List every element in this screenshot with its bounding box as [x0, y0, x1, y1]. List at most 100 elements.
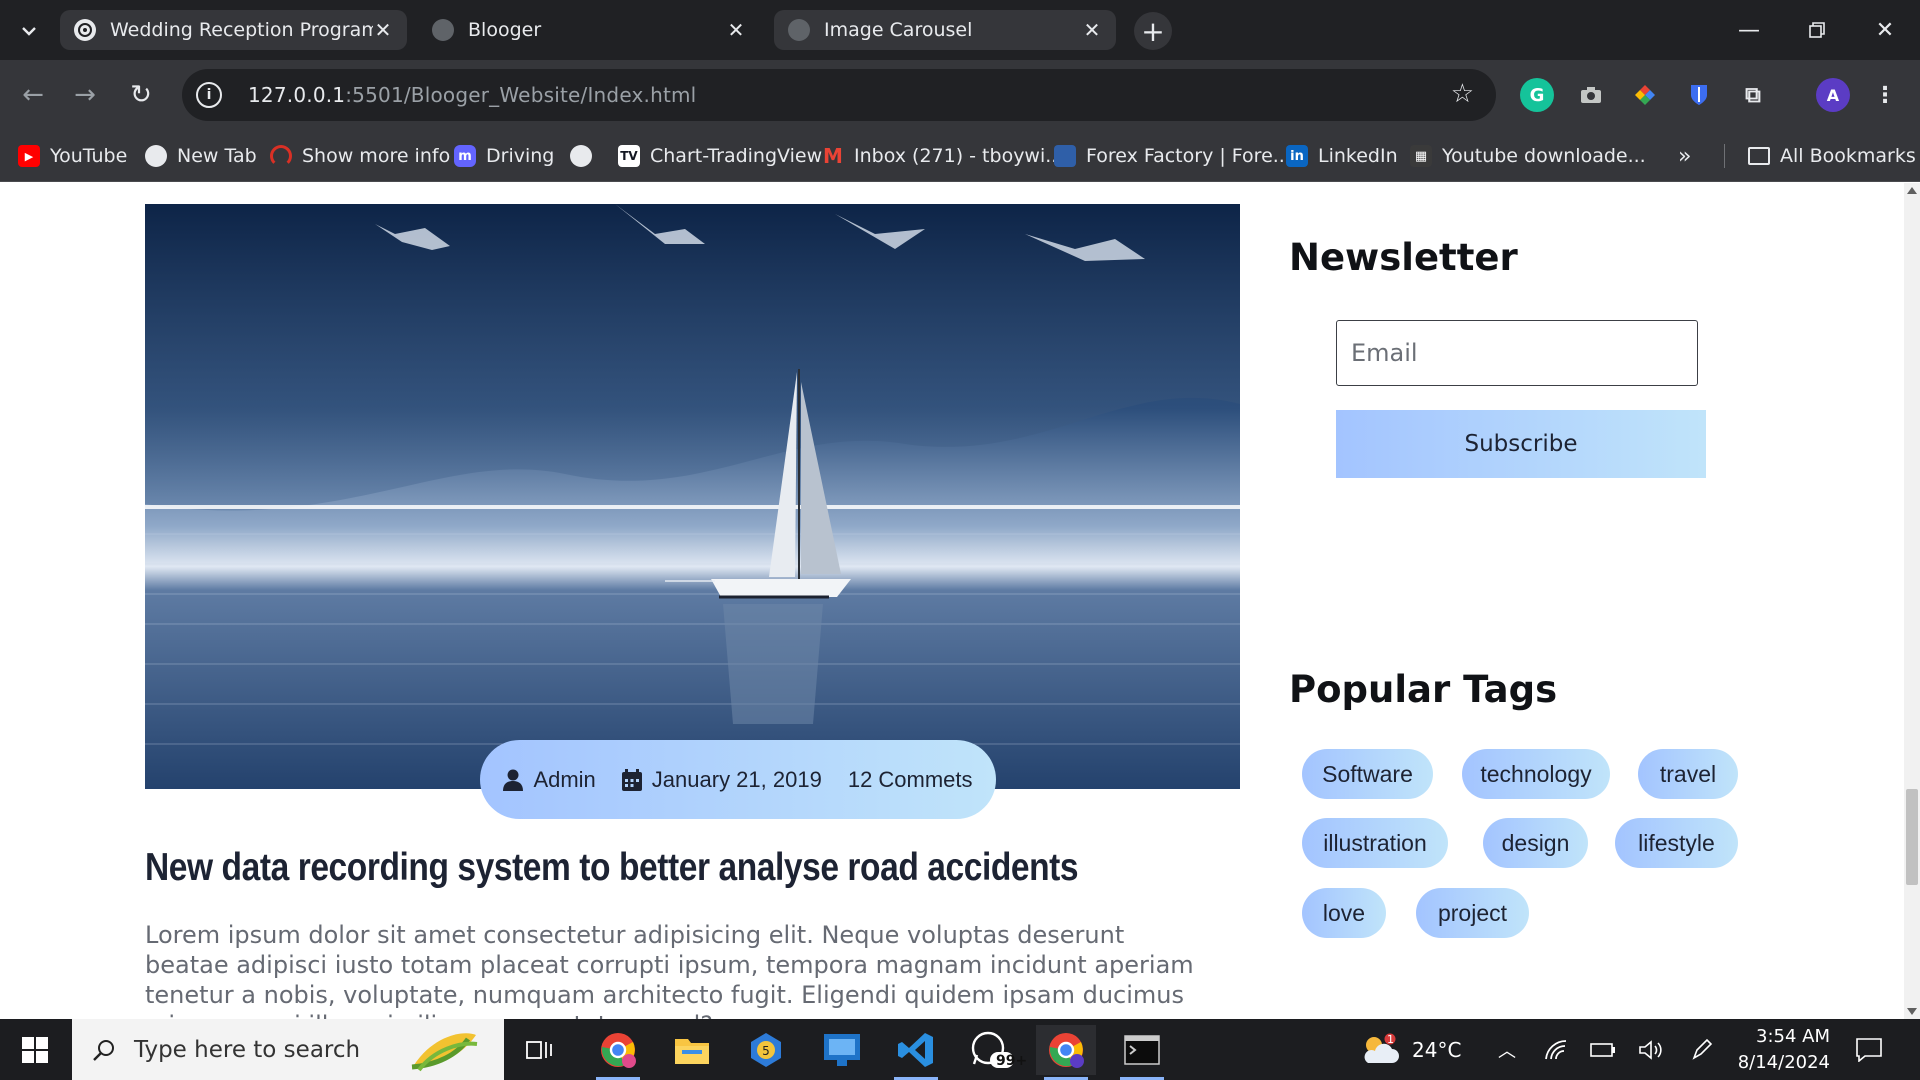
- bookmark-tradingview[interactable]: TV Chart-TradingView: [618, 140, 822, 172]
- gmail-icon: M: [823, 144, 843, 168]
- browser-menu-icon[interactable]: ⋮: [1868, 78, 1902, 112]
- date-text: 8/14/2024: [1737, 1051, 1830, 1073]
- tab-image-carousel[interactable]: Image Carousel ✕: [774, 10, 1116, 50]
- battery-icon[interactable]: [1590, 1019, 1616, 1080]
- tab-strip: Wedding Reception Program D ✕ Blooger ✕ …: [0, 0, 1920, 60]
- bookmark-label: Forex Factory | Fore...: [1086, 145, 1291, 167]
- tag-design[interactable]: design: [1483, 818, 1588, 868]
- start-button[interactable]: [0, 1019, 70, 1080]
- downloader-icon: ▦: [1410, 145, 1432, 167]
- globe-icon: [432, 19, 454, 41]
- email-input[interactable]: [1336, 320, 1698, 386]
- volume-icon[interactable]: [1638, 1019, 1664, 1080]
- globe-icon: [570, 145, 592, 167]
- chatgpt-icon: [74, 19, 96, 41]
- post-title[interactable]: New data recording system to better anal…: [145, 846, 1079, 890]
- chrome-profile-r-icon[interactable]: [588, 1025, 648, 1080]
- gauge-icon: [270, 145, 292, 167]
- bookmark-label: All Bookmarks: [1780, 145, 1916, 167]
- tag-project[interactable]: project: [1416, 888, 1529, 938]
- bookmark-linkedin[interactable]: in LinkedIn: [1286, 140, 1398, 172]
- bookmark-label: LinkedIn: [1318, 145, 1398, 167]
- post-meta-pill: Admin January 21, 2019 12 Commets: [480, 740, 996, 819]
- reload-icon[interactable]: ↻: [122, 76, 160, 114]
- bitwarden-icon[interactable]: [1682, 78, 1716, 112]
- bookmark-driving[interactable]: m Driving: [454, 140, 554, 172]
- address-bar[interactable]: i 127.0.0.1:5501/Blooger_Website/Index.h…: [182, 69, 1496, 121]
- camera-extension-icon[interactable]: [1574, 78, 1608, 112]
- tab-search-chevron-icon[interactable]: [12, 14, 46, 48]
- forex-factory-icon: [1054, 145, 1076, 167]
- site-info-icon[interactable]: i: [196, 82, 222, 108]
- bookmark-globe[interactable]: [570, 140, 602, 172]
- forward-arrow-icon[interactable]: →: [66, 76, 104, 114]
- post-date: January 21, 2019: [621, 767, 822, 793]
- task-view-icon[interactable]: [510, 1025, 570, 1075]
- notifications-icon[interactable]: [1856, 1019, 1882, 1080]
- globe-icon: [788, 19, 810, 41]
- post-hero-image: [145, 204, 1240, 789]
- restore-icon[interactable]: [1794, 10, 1840, 50]
- tag-travel[interactable]: travel: [1638, 749, 1738, 799]
- clock[interactable]: 3:54 AM 8/14/2024: [1738, 1019, 1830, 1080]
- corn-search-highlight-icon: [411, 1033, 478, 1072]
- metatrader-icon[interactable]: 5: [736, 1025, 796, 1075]
- profile-avatar[interactable]: A: [1816, 78, 1850, 112]
- page-viewport: Admin January 21, 2019 12 Commets New da…: [0, 183, 1904, 1019]
- bookmark-youtube[interactable]: ▶ YouTube: [18, 140, 127, 172]
- network-icon[interactable]: [1544, 1019, 1568, 1080]
- post-author: Admin: [503, 766, 596, 793]
- file-explorer-icon[interactable]: [662, 1025, 722, 1075]
- extensions-puzzle-icon[interactable]: ⧉: [1736, 78, 1770, 112]
- scroll-down-arrow-icon[interactable]: [1907, 1008, 1917, 1015]
- tag-software[interactable]: Software: [1302, 749, 1433, 799]
- pen-icon[interactable]: [1690, 1019, 1714, 1080]
- minimize-icon[interactable]: —: [1726, 10, 1772, 50]
- calendar-icon: [621, 768, 642, 791]
- close-tab-icon[interactable]: ✕: [726, 18, 746, 42]
- bookmark-label: Youtube downloade...: [1442, 145, 1646, 167]
- tag-technology[interactable]: technology: [1462, 749, 1610, 799]
- tray-overflow-chevron-icon[interactable]: ︿: [1498, 1019, 1516, 1080]
- tab-wedding-reception[interactable]: Wedding Reception Program D ✕: [60, 10, 407, 50]
- url-text[interactable]: 127.0.0.1:5501/Blooger_Website/Index.htm…: [248, 83, 696, 107]
- all-bookmarks-folder[interactable]: All Bookmarks: [1748, 140, 1916, 172]
- bookmark-label: Inbox (271) - tboywi...: [854, 145, 1064, 167]
- whatsapp-icon[interactable]: 99+: [962, 1025, 1027, 1075]
- bookmark-gmail[interactable]: M Inbox (271) - tboywi...: [822, 140, 1063, 172]
- taskbar-search-box[interactable]: Type here to search: [72, 1019, 504, 1080]
- comments-count[interactable]: 12 Commets: [848, 767, 973, 793]
- close-tab-icon[interactable]: ✕: [1082, 18, 1102, 42]
- back-arrow-icon[interactable]: ←: [14, 76, 52, 114]
- folder-icon: [1748, 147, 1770, 165]
- close-tab-icon[interactable]: ✕: [373, 18, 393, 42]
- remote-desktop-icon[interactable]: [812, 1025, 872, 1075]
- bookmark-youtube-downloader[interactable]: ▦ Youtube downloade...: [1410, 140, 1646, 172]
- bookmarks-overflow-chevron[interactable]: »: [1678, 140, 1691, 172]
- bookmark-forex-factory[interactable]: Forex Factory | Fore...: [1054, 140, 1291, 172]
- new-tab-button[interactable]: +: [1134, 12, 1172, 50]
- subscribe-button[interactable]: Subscribe: [1336, 410, 1706, 478]
- vscode-icon[interactable]: [886, 1025, 946, 1080]
- author-name: Admin: [533, 766, 596, 792]
- post-comments[interactable]: 12 Commets: [848, 767, 973, 793]
- bookmarks-bar: ▶ YouTube New Tab Show more info m Drivi…: [0, 130, 1920, 182]
- tag-love[interactable]: love: [1302, 888, 1386, 938]
- tag-lifestyle[interactable]: lifestyle: [1615, 818, 1738, 868]
- bookmark-show-more-info[interactable]: Show more info: [270, 140, 450, 172]
- grammarly-icon[interactable]: G: [1520, 78, 1554, 112]
- chrome-profile-a-icon[interactable]: [1036, 1025, 1096, 1080]
- newsletter-heading: Newsletter: [1289, 236, 1518, 279]
- weather-widget[interactable]: 1 24°C: [1360, 1019, 1461, 1080]
- tab-blooger[interactable]: Blooger ✕: [418, 10, 760, 50]
- color-picker-icon[interactable]: [1628, 78, 1662, 112]
- scroll-up-arrow-icon[interactable]: [1907, 187, 1917, 194]
- terminal-icon[interactable]: [1112, 1025, 1172, 1080]
- tab-label: Image Carousel: [824, 19, 973, 41]
- close-window-icon[interactable]: ✕: [1862, 10, 1908, 50]
- bookmark-star-icon[interactable]: ☆: [1451, 79, 1474, 109]
- bookmark-new-tab[interactable]: New Tab: [145, 140, 257, 172]
- tag-illustration[interactable]: illustration: [1302, 818, 1448, 868]
- page-scrollbar[interactable]: [1904, 183, 1920, 1019]
- scrollbar-thumb[interactable]: [1906, 789, 1918, 885]
